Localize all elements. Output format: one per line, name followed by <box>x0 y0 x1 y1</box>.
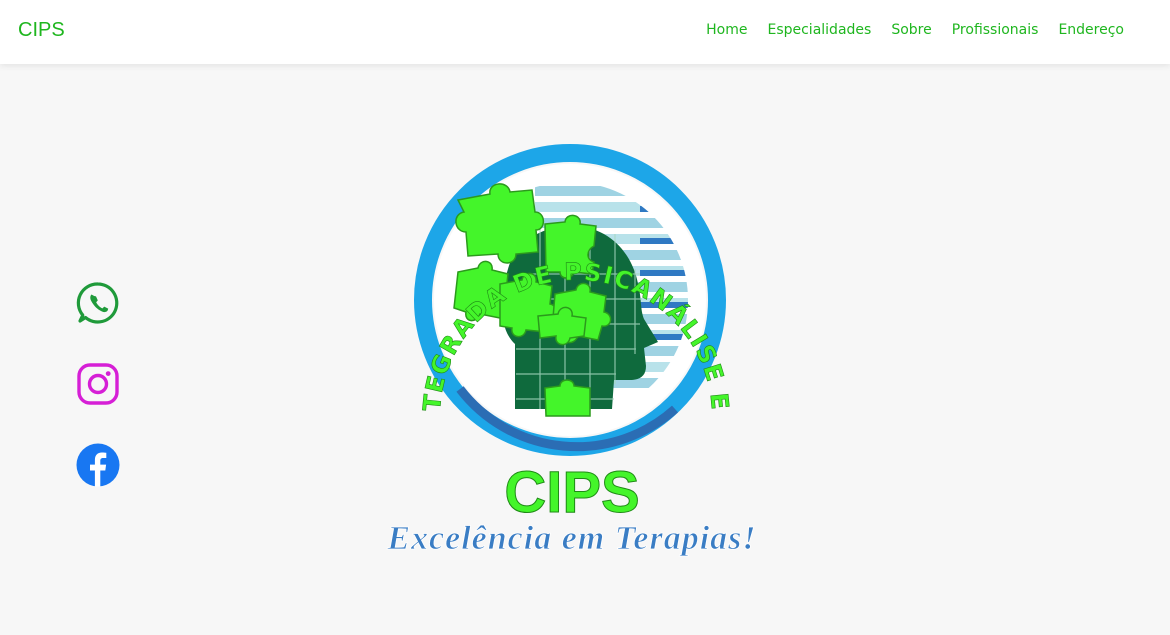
instagram-link[interactable] <box>76 362 120 406</box>
instagram-icon <box>77 363 119 405</box>
logo-name: CIPS <box>504 460 639 525</box>
clinic-logo-graphic: CLÍNICA INTEGRADA DE PSICANÁLISE E DA SA… <box>340 104 756 557</box>
navbar: CIPS Home Especialidades Sobre Profissio… <box>0 0 1170 64</box>
facebook-icon <box>76 443 120 487</box>
logo-tagline: Excelência em Terapias! <box>386 520 756 557</box>
whatsapp-link[interactable] <box>76 281 120 325</box>
brand-logo-link[interactable]: CIPS <box>18 19 65 42</box>
nav-sobre[interactable]: Sobre <box>891 22 931 38</box>
facebook-link[interactable] <box>76 443 120 487</box>
clinic-logo: CLÍNICA INTEGRADA DE PSICANÁLISE E DA SA… <box>340 104 805 564</box>
main-nav: Home Especialidades Sobre Profissionais … <box>706 22 1124 38</box>
nav-especialidades[interactable]: Especialidades <box>767 22 871 38</box>
nav-home[interactable]: Home <box>706 22 747 38</box>
nav-endereco[interactable]: Endereço <box>1058 22 1124 38</box>
nav-profissionais[interactable]: Profissionais <box>952 22 1039 38</box>
whatsapp-icon <box>76 282 119 324</box>
